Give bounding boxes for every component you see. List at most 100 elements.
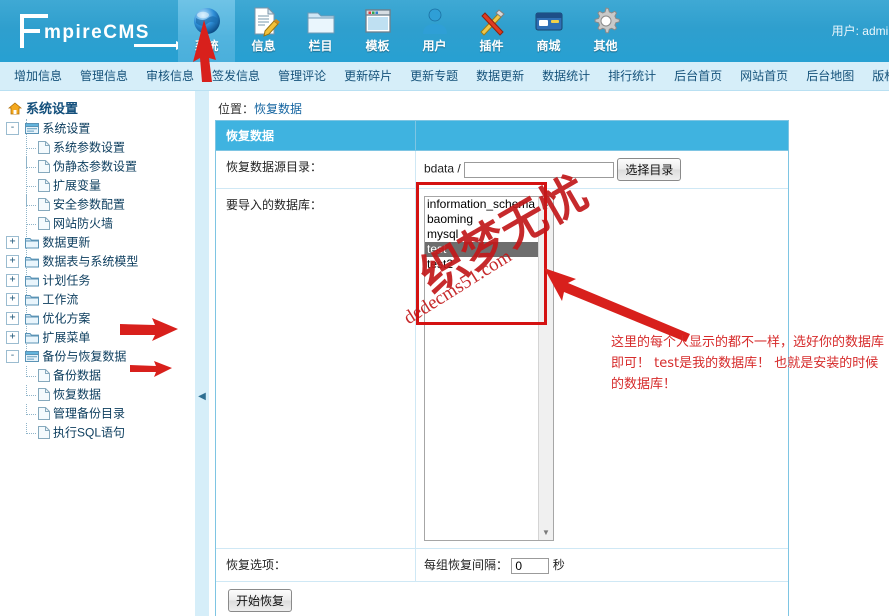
tree-toggle-icon[interactable]: + <box>6 274 19 288</box>
header-tab-模板[interactable]: 模板 <box>349 0 406 62</box>
tree-node-计划任务[interactable]: + 计划任务 <box>0 271 195 290</box>
tree-node-label: 安全参数配置 <box>53 197 126 212</box>
tree-node-label: 系统设置 <box>42 121 91 136</box>
list-item[interactable]: test2 <box>425 257 553 272</box>
tree-toggle-icon[interactable]: + <box>6 312 19 326</box>
header-tab-label: 系统 <box>194 39 219 53</box>
source-dir-controls: bdata / 选择目录 <box>416 151 788 188</box>
list-item[interactable]: information_schema <box>425 197 553 212</box>
tree-node-label: 优化方案 <box>42 311 91 326</box>
nav-item-后台首页[interactable]: 后台首页 <box>665 62 731 90</box>
collapse-sidebar-icon[interactable]: ◀ <box>198 391 206 403</box>
sidebar-title-text: 系统设置 <box>26 101 79 116</box>
nav-item-更新专题[interactable]: 更新专题 <box>401 62 467 90</box>
tree-toggle-icon[interactable]: + <box>6 293 19 307</box>
tree-node-恢复数据[interactable]: 恢复数据 <box>0 385 195 404</box>
nav-item-数据统计[interactable]: 数据统计 <box>533 62 599 90</box>
tree-node-label: 管理备份目录 <box>53 406 126 421</box>
list-item[interactable]: mysql <box>425 227 553 242</box>
tree-node-数据更新[interactable]: + 数据更新 <box>0 233 195 252</box>
nav-item-管理评论[interactable]: 管理评论 <box>269 62 335 90</box>
tree-node-系统设置[interactable]: - 系统设置 <box>0 119 195 138</box>
sidebar-splitter[interactable]: ◀ <box>195 91 209 616</box>
source-dir-input[interactable] <box>464 161 615 178</box>
header-tab-商城[interactable]: 商城 <box>520 0 577 62</box>
header-tab-其他[interactable]: 其他 <box>577 0 634 62</box>
interval-label: 每组恢复间隔： <box>424 558 509 572</box>
tree-node-label: 数据表与系统模型 <box>42 254 139 269</box>
folder-icon <box>307 12 334 34</box>
nav-item-数据更新[interactable]: 数据更新 <box>467 62 533 90</box>
header-tab-栏目[interactable]: 栏目 <box>292 0 349 62</box>
gear-icon <box>594 7 620 34</box>
panel-header-row: 恢复数据 <box>216 121 788 151</box>
user-info: 用户: admin <box>831 24 889 38</box>
tree-node-label: 备份与恢复数据 <box>42 349 127 364</box>
header-tab-label: 其他 <box>593 39 618 53</box>
panel-header-spacer <box>416 121 788 150</box>
submit-area: 开始恢复 <box>216 582 788 616</box>
nav-item-管理信息[interactable]: 管理信息 <box>71 62 137 90</box>
source-dir-row: 恢复数据源目录： bdata / 选择目录 <box>216 151 788 189</box>
tree-node-备份数据[interactable]: 备份数据 <box>0 366 195 385</box>
tree-node-label: 备份数据 <box>53 368 102 383</box>
document-pencil-icon <box>254 6 280 37</box>
scroll-up-icon[interactable]: ▲ <box>539 197 553 211</box>
import-db-label: 要导入的数据库： <box>216 189 416 548</box>
breadcrumb-current: 恢复数据 <box>254 102 303 116</box>
nav-item-网站首页[interactable]: 网站首页 <box>731 62 797 90</box>
sidebar-title: 系统设置 <box>7 98 79 118</box>
empirecms-logo: mpireCMS <box>14 8 186 54</box>
nav-item-增加信息[interactable]: 增加信息 <box>0 62 71 90</box>
tree-node-扩展变量[interactable]: 扩展变量 <box>0 176 195 195</box>
tree-node-管理备份目录[interactable]: 管理备份目录 <box>0 404 195 423</box>
nav-item-签发信息[interactable]: 签发信息 <box>203 62 269 90</box>
tree-node-备份与恢复数据[interactable]: - 备份与恢复数据 <box>0 347 195 366</box>
tree-node-工作流[interactable]: + 工作流 <box>0 290 195 309</box>
tree-node-label: 网站防火墙 <box>53 216 114 231</box>
nav-item-版权[interactable]: 版权 <box>863 62 889 90</box>
header-tab-插件[interactable]: 插件 <box>463 0 520 62</box>
list-item[interactable]: baoming <box>425 212 553 227</box>
tree-toggle-icon[interactable]: + <box>6 236 19 250</box>
tree-toggle-icon[interactable]: + <box>6 255 19 269</box>
database-select-list[interactable]: information_schema baoming mysql test te… <box>424 196 554 541</box>
tree-toggle-icon[interactable]: + <box>6 331 19 345</box>
header-tab-label: 模板 <box>365 39 390 53</box>
tree-node-系统参数设置[interactable]: 系统参数设置 <box>0 138 195 157</box>
restore-options-controls: 每组恢复间隔： 秒 <box>416 549 788 581</box>
tree-node-优化方案[interactable]: + 优化方案 <box>0 309 195 328</box>
nav-item-审核信息[interactable]: 审核信息 <box>137 62 203 90</box>
interval-input[interactable] <box>511 557 550 574</box>
nav-item-排行统计[interactable]: 排行统计 <box>599 62 665 90</box>
header-tab-label: 商城 <box>536 39 561 53</box>
sidebar: 系统设置 - 系统设置 系统参数设置 伪静态参数设置 扩展变量 安全参数配置 网… <box>0 91 195 616</box>
secondary-nav: 增加信息 管理信息 审核信息 签发信息 管理评论 更新碎片 更新专题 数据更新 数据统计 排行统计… <box>0 62 889 91</box>
start-restore-button[interactable]: 开始恢复 <box>228 588 293 612</box>
database-list-scrollbar[interactable]: ▲ ▼ <box>538 197 553 540</box>
user-icon <box>422 8 447 34</box>
tree-node-网站防火墙[interactable]: 网站防火墙 <box>0 214 195 233</box>
header-tab-label: 信息 <box>251 39 276 53</box>
tree-node-数据表与系统模型[interactable]: + 数据表与系统模型 <box>0 252 195 271</box>
tree-node-label: 执行SQL语句 <box>53 425 126 440</box>
tree-toggle-icon[interactable]: - <box>6 350 19 364</box>
nav-item-更新碎片[interactable]: 更新碎片 <box>335 62 401 90</box>
list-item-selected[interactable]: test <box>425 242 553 257</box>
interval-unit: 秒 <box>552 558 565 572</box>
tree-node-执行SQL语句[interactable]: 执行SQL语句 <box>0 423 195 442</box>
tree-toggle-icon[interactable]: - <box>6 122 19 136</box>
header-tab-信息[interactable]: 信息 <box>235 0 292 62</box>
tree-node-安全参数配置[interactable]: 安全参数配置 <box>0 195 195 214</box>
choose-dir-button[interactable]: 选择目录 <box>617 158 682 181</box>
header-tab-用户[interactable]: 用户 <box>406 0 463 62</box>
page-icon <box>38 426 50 445</box>
scroll-down-icon[interactable]: ▼ <box>539 526 553 540</box>
tree-node-伪静态参数设置[interactable]: 伪静态参数设置 <box>0 157 195 176</box>
tree-node-label: 工作流 <box>42 292 79 307</box>
tree-node-扩展菜单[interactable]: + 扩展菜单 <box>0 328 195 347</box>
nav-item-后台地图[interactable]: 后台地图 <box>797 62 863 90</box>
panel-footer-row: 开始恢复 <box>216 582 788 616</box>
source-dir-label: 恢复数据源目录： <box>216 151 416 188</box>
header-tab-系统[interactable]: 系统 <box>178 0 235 62</box>
